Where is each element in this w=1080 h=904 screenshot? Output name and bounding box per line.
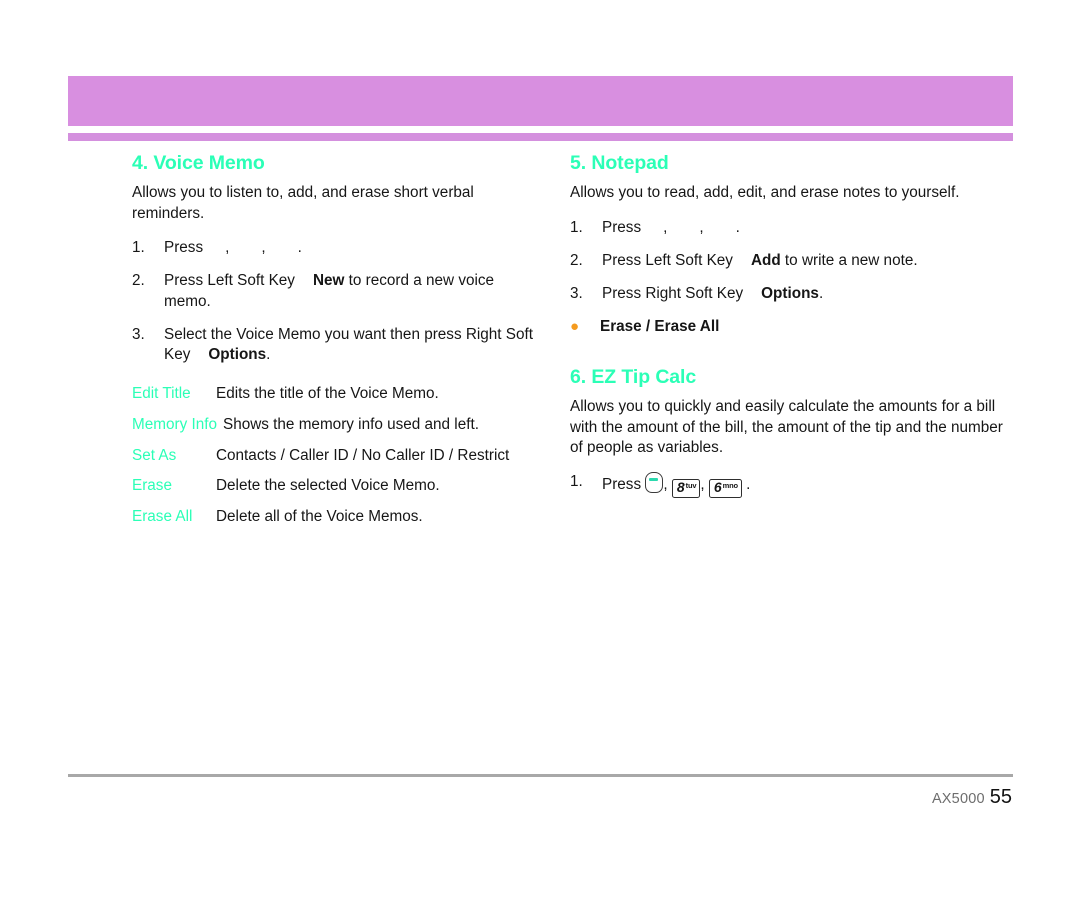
voice-memo-step-2: 2. Press Left Soft Key New to record a new… bbox=[132, 271, 542, 312]
ez-tip-calc-intro: Allows you to quickly and easily calcula… bbox=[570, 398, 1003, 456]
step-number: 1. bbox=[570, 473, 583, 491]
section-heading-notepad: 5. Notepad bbox=[570, 152, 669, 174]
notepad-bullet-item: ● Erase / Erase All bbox=[570, 318, 1015, 336]
voice-memo-intro: Allows you to listen to, add, and erase … bbox=[132, 184, 474, 222]
section-heading-voice-memo: 4. Voice Memo bbox=[132, 152, 265, 174]
step-tail-text: . bbox=[266, 346, 271, 364]
step-comma-2: , bbox=[699, 218, 704, 236]
step-number: 1. bbox=[570, 218, 583, 236]
footer-rule bbox=[68, 774, 1013, 777]
step-comma-1: , bbox=[663, 218, 668, 236]
option-description: Edits the title of the Voice Memo. bbox=[216, 384, 439, 402]
step-lead-text: Press bbox=[602, 218, 642, 236]
soft-key-icon bbox=[645, 472, 664, 494]
notepad-step-2: 2. Press Left Soft Key Add to write a new … bbox=[570, 251, 1015, 271]
soft-key-label: Options bbox=[208, 346, 267, 364]
options-row: Memory Info Shows the memory info used a… bbox=[132, 415, 542, 435]
footer: AX5000 55 bbox=[932, 786, 1012, 809]
step-number: 1. bbox=[132, 239, 145, 257]
option-term: Edit Title bbox=[132, 384, 191, 402]
notepad-step-3: 3. Press Right Soft Key Options. bbox=[570, 284, 1015, 304]
step-period: . bbox=[297, 239, 302, 257]
soft-key-label: New bbox=[312, 272, 345, 290]
footer-model-name: AX5000 bbox=[931, 791, 985, 807]
option-description: Shows the memory info used and left. bbox=[223, 415, 479, 433]
manual-page: 4. Voice Memo Allows you to listen to, a… bbox=[0, 0, 1080, 904]
ez-tip-calc-step-1: 1. Press , 8tuv, 6mno . bbox=[570, 472, 1015, 498]
step-tail-text: . bbox=[818, 285, 824, 303]
step-number: 2. bbox=[132, 272, 145, 290]
step-lead-text: Press Left Soft Key bbox=[164, 272, 295, 290]
step-comma-2: , bbox=[700, 476, 705, 494]
option-term: Set As bbox=[132, 446, 177, 464]
bullet-label: Erase / Erase All bbox=[600, 317, 720, 335]
header-banner-rule bbox=[68, 133, 1013, 141]
header-banner-block bbox=[68, 76, 1013, 126]
step-lead-text: Press bbox=[602, 476, 642, 494]
footer-page-number: 55 bbox=[989, 786, 1012, 808]
options-row: Erase All Delete all of the Voice Memos. bbox=[132, 507, 542, 527]
notepad-intro: Allows you to read, add, edit, and erase… bbox=[570, 184, 960, 202]
step-comma-2: , bbox=[261, 239, 266, 257]
step-tail-text: to write a new note. bbox=[780, 252, 918, 270]
step-number: 3. bbox=[132, 326, 145, 344]
option-description: Delete all of the Voice Memos. bbox=[216, 508, 423, 526]
step-lead-text: Press Left Soft Key bbox=[602, 252, 733, 270]
voice-memo-step-1: 1. Press,,. bbox=[132, 238, 542, 258]
notepad-step-1: 1. Press,,. bbox=[570, 218, 1015, 238]
step-lead-text: Press Right Soft Key bbox=[602, 285, 744, 303]
keypad-key-8-icon: 8tuv bbox=[671, 479, 701, 498]
left-column: 4. Voice Memo Allows you to listen to, a… bbox=[132, 152, 542, 538]
option-description: Delete the selected Voice Memo. bbox=[216, 477, 440, 495]
options-row: Erase Delete the selected Voice Memo. bbox=[132, 476, 542, 496]
soft-key-label: Options bbox=[761, 285, 819, 303]
step-lead-text: Press bbox=[164, 239, 204, 257]
step-comma-1: , bbox=[663, 476, 668, 494]
options-row: Edit Title Edits the title of the Voice … bbox=[132, 384, 542, 404]
soft-key-label: Add bbox=[750, 252, 781, 270]
keypad-key-6-icon: 6mno bbox=[708, 479, 742, 498]
step-comma-1: , bbox=[225, 239, 230, 257]
option-term: Erase bbox=[132, 477, 172, 495]
step-number: 2. bbox=[570, 252, 583, 270]
section-heading-ez-tip-calc: 6. EZ Tip Calc bbox=[570, 365, 697, 388]
voice-memo-options-list: Edit Title Edits the title of the Voice … bbox=[132, 384, 542, 527]
step-period: . bbox=[735, 218, 740, 236]
bullet-dot-icon: ● bbox=[570, 317, 580, 335]
right-column: 5. Notepad Allows you to read, add, edit… bbox=[570, 152, 1015, 511]
voice-memo-step-3: 3. Select the Voice Memo you want then pr… bbox=[132, 325, 542, 366]
option-term: Erase All bbox=[132, 508, 193, 526]
step-period: . bbox=[746, 476, 751, 494]
option-description: Contacts / Caller ID / No Caller ID / Re… bbox=[216, 446, 510, 464]
option-term: Memory Info bbox=[132, 415, 218, 433]
options-row: Set As Contacts / Caller ID / No Caller … bbox=[132, 446, 542, 466]
step-number: 3. bbox=[570, 285, 583, 303]
